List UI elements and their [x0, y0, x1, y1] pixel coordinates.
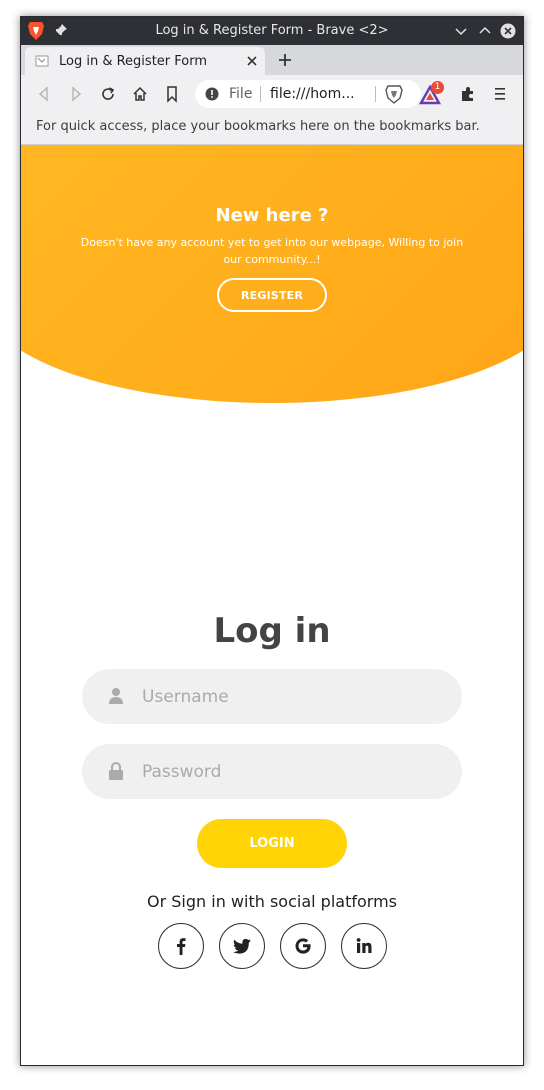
url-separator	[375, 86, 376, 102]
facebook-icon	[176, 938, 185, 955]
social-text: Or Sign in with social platforms	[147, 892, 397, 911]
url-separator	[260, 86, 261, 102]
hero-title: New here ?	[215, 205, 329, 226]
site-info-icon[interactable]	[205, 87, 219, 101]
browser-window: Log in & Register Form - Brave <2> Log i…	[20, 16, 524, 1066]
username-input[interactable]	[142, 669, 442, 724]
brave-shields-icon[interactable]	[385, 84, 403, 104]
tab-strip: Log in & Register Form	[21, 45, 523, 75]
title-bar: Log in & Register Form - Brave <2>	[21, 17, 523, 45]
password-input[interactable]	[142, 744, 442, 799]
forward-icon[interactable]	[67, 85, 85, 103]
login-button[interactable]: LOGIN	[197, 819, 347, 868]
register-button[interactable]: REGISTER	[217, 278, 327, 312]
hero-text: Doesn't have any account yet to get into…	[80, 236, 464, 266]
back-icon[interactable]	[35, 85, 53, 103]
linkedin-icon	[356, 938, 371, 953]
page-content: New here ? Doesn't have any account yet …	[21, 145, 523, 1065]
rewards-badge: 1	[431, 81, 444, 94]
address-bar[interactable]: File file:///hom...	[195, 80, 421, 108]
menu-icon[interactable]	[491, 85, 509, 103]
login-form: Log in LOGIN Or Sign in with social plat…	[21, 611, 523, 969]
tab-title: Log in & Register Form	[59, 54, 208, 69]
close-window-icon[interactable]	[500, 23, 516, 39]
bookmarks-hint: For quick access, place your bookmarks h…	[36, 119, 480, 134]
extensions-icon[interactable]	[459, 85, 477, 103]
bookmarks-bar: For quick access, place your bookmarks h…	[21, 113, 523, 145]
google-button[interactable]	[279, 923, 326, 969]
username-field	[82, 669, 462, 724]
toolbar: File file:///hom... 1	[21, 75, 523, 113]
twitter-icon	[232, 938, 251, 954]
brave-rewards-button[interactable]: 1	[419, 81, 447, 105]
twitter-button[interactable]	[218, 923, 265, 969]
url-scheme: File	[229, 86, 253, 102]
social-buttons	[21, 923, 523, 969]
google-icon	[295, 938, 311, 954]
login-title: Log in	[213, 611, 331, 651]
reload-icon[interactable]	[99, 85, 117, 103]
tab-close-icon[interactable]	[245, 54, 259, 68]
linkedin-button[interactable]	[340, 923, 387, 969]
new-tab-icon[interactable]	[277, 52, 293, 68]
url-text[interactable]: file:///hom...	[270, 86, 355, 102]
bookmark-icon[interactable]	[163, 85, 181, 103]
page-favicon-icon	[35, 55, 49, 67]
user-icon	[109, 688, 123, 704]
maximize-icon[interactable]	[477, 23, 493, 39]
facebook-button[interactable]	[157, 923, 204, 969]
lock-icon	[109, 762, 123, 780]
password-field	[82, 744, 462, 799]
hero-panel: New here ? Doesn't have any account yet …	[21, 205, 523, 312]
tab-login-register[interactable]: Log in & Register Form	[25, 47, 265, 75]
window-title: Log in & Register Form - Brave <2>	[155, 23, 389, 38]
home-icon[interactable]	[131, 85, 149, 103]
minimize-icon[interactable]	[453, 23, 469, 39]
